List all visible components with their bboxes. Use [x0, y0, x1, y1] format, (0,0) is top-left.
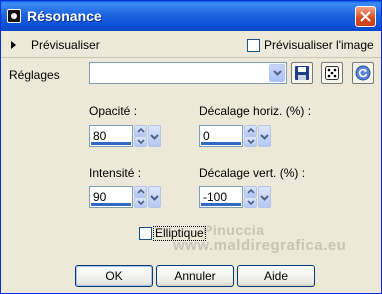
opacity-label: Opacité :: [89, 104, 138, 118]
spin-up-icon[interactable]: [244, 186, 257, 197]
preview-row: Prévisualiser Prévisualiser l'image: [1, 31, 381, 58]
spin-down-icon[interactable]: [244, 197, 257, 208]
close-icon: [360, 11, 371, 22]
spin-up-icon[interactable]: [244, 125, 257, 136]
opacity-input[interactable]: 80: [89, 125, 133, 147]
v-offset-input[interactable]: -100: [199, 186, 243, 208]
spin-up-icon[interactable]: [134, 125, 147, 136]
v-offset-value: -100: [203, 190, 228, 204]
triangle-right-icon[interactable]: [11, 41, 16, 49]
title-bar[interactable]: Résonance: [1, 1, 381, 31]
spin-down-icon[interactable]: [134, 197, 147, 208]
window-title: Résonance: [27, 8, 102, 24]
close-button[interactable]: [355, 6, 376, 27]
dice-icon: [325, 66, 339, 80]
intensity-label: Intensité :: [89, 166, 142, 180]
reset-button[interactable]: [352, 62, 374, 84]
intensity-value: 90: [93, 190, 107, 204]
preview-label[interactable]: Prévisualiser: [31, 38, 100, 52]
random-button[interactable]: [321, 62, 343, 84]
intensity-stepper[interactable]: 90: [89, 186, 161, 208]
h-offset-spin[interactable]: [244, 125, 257, 147]
h-offset-label: Décalage horiz. (%) :: [199, 104, 312, 118]
preview-image-label[interactable]: Prévisualiser l'image: [264, 38, 374, 52]
v-offset-spin[interactable]: [244, 186, 257, 208]
cancel-button[interactable]: Annuler: [156, 265, 234, 287]
intensity-input[interactable]: 90: [89, 186, 133, 208]
intensity-spin[interactable]: [134, 186, 147, 208]
reset-icon: [355, 65, 371, 81]
v-offset-label: Décalage vert. (%) :: [199, 166, 306, 180]
save-icon: [295, 66, 309, 80]
chevron-down-icon[interactable]: [269, 64, 285, 82]
chevron-down-icon[interactable]: [148, 125, 161, 147]
h-offset-input[interactable]: 0: [199, 125, 243, 147]
app-icon: [7, 9, 21, 23]
save-preset-button[interactable]: [291, 62, 313, 84]
chevron-down-icon[interactable]: [258, 125, 271, 147]
dialog-window: Résonance Prévisualiser Prévisualiser l'…: [0, 0, 382, 294]
spin-down-icon[interactable]: [134, 136, 147, 147]
opacity-stepper[interactable]: 80: [89, 125, 161, 147]
v-offset-stepper[interactable]: -100: [199, 186, 271, 208]
settings-dropdown[interactable]: [89, 62, 287, 84]
ok-button[interactable]: OK: [75, 265, 153, 287]
elliptique-label[interactable]: Elliptique: [153, 226, 206, 241]
chevron-down-icon[interactable]: [258, 186, 271, 208]
opacity-value: 80: [93, 129, 107, 143]
preview-image-checkbox[interactable]: [247, 39, 260, 52]
help-button[interactable]: Aide: [237, 265, 315, 287]
h-offset-value: 0: [203, 129, 210, 143]
opacity-spin[interactable]: [134, 125, 147, 147]
elliptique-checkbox[interactable]: [139, 227, 152, 240]
spin-down-icon[interactable]: [244, 136, 257, 147]
watermark-name: Pinuccia: [203, 222, 265, 238]
settings-label: Réglages: [9, 68, 60, 82]
chevron-down-icon[interactable]: [148, 186, 161, 208]
spin-up-icon[interactable]: [134, 186, 147, 197]
h-offset-stepper[interactable]: 0: [199, 125, 271, 147]
